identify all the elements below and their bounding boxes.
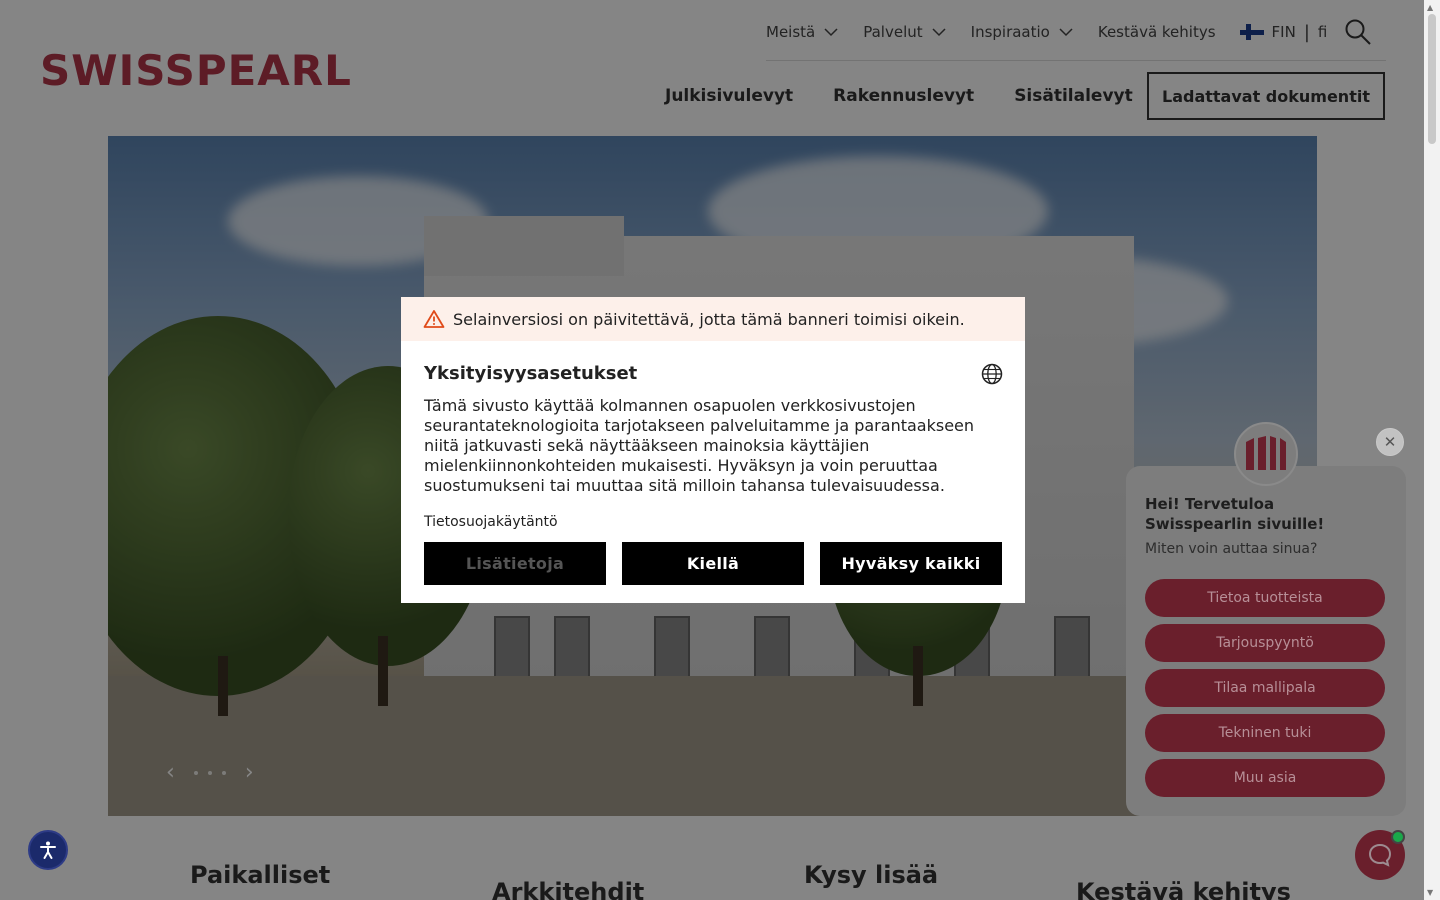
- close-icon: ✕: [1383, 433, 1397, 451]
- modal-body: Yksityisyysasetukset Tämä sivusto käyttä…: [401, 341, 1025, 585]
- chat-option-muu-asia[interactable]: Muu asia: [1145, 759, 1385, 797]
- online-status-dot: [1391, 830, 1405, 844]
- swisspearl-emblem-icon: [1246, 436, 1286, 470]
- accept-all-button[interactable]: Hyväksy kaikki: [820, 542, 1002, 585]
- scrollbar-thumb[interactable]: [1428, 14, 1436, 144]
- warning-icon: [423, 310, 445, 328]
- scroll-down-icon[interactable]: ▼: [1427, 888, 1433, 897]
- accessibility-icon: [40, 841, 56, 859]
- modal-buttons: Lisätietoja Kiellä Hyväksy kaikki: [424, 542, 1002, 585]
- page-scrollbar[interactable]: ▲ ▼: [1424, 0, 1440, 900]
- more-info-button[interactable]: Lisätietoja: [424, 542, 606, 585]
- modal-title: Yksityisyysasetukset: [424, 363, 638, 384]
- browser-warning-text: Selainversiosi on päivitettävä, jotta tä…: [453, 309, 965, 329]
- deny-button[interactable]: Kiellä: [622, 542, 804, 585]
- modal-description: Tämä sivusto käyttää kolmannen osapuolen…: [424, 396, 975, 495]
- privacy-settings-modal: Selainversiosi on päivitettävä, jotta tä…: [401, 297, 1025, 603]
- accessibility-button[interactable]: [28, 830, 68, 870]
- chat-question: Miten voin auttaa sinua?: [1145, 541, 1318, 557]
- chat-option-tekninen-tuki[interactable]: Tekninen tuki: [1145, 714, 1385, 752]
- scroll-up-icon[interactable]: ▲: [1427, 3, 1433, 12]
- chat-option-tarjouspyynto[interactable]: Tarjouspyyntö: [1145, 624, 1385, 662]
- chat-greeting: Hei! Tervetuloa Swisspearlin sivuille!: [1145, 495, 1325, 533]
- globe-icon[interactable]: [981, 363, 1003, 385]
- browser-warning-banner: Selainversiosi on päivitettävä, jotta tä…: [401, 297, 1025, 341]
- chat-close-button[interactable]: ✕: [1376, 428, 1404, 456]
- chat-avatar: [1234, 422, 1298, 486]
- chat-bubble-icon: [1368, 843, 1392, 867]
- privacy-policy-link[interactable]: Tietosuojakäytäntö: [424, 514, 1002, 530]
- chat-option-tilaa-mallipala[interactable]: Tilaa mallipala: [1145, 669, 1385, 707]
- chat-option-tietoa-tuotteista[interactable]: Tietoa tuotteista: [1145, 579, 1385, 617]
